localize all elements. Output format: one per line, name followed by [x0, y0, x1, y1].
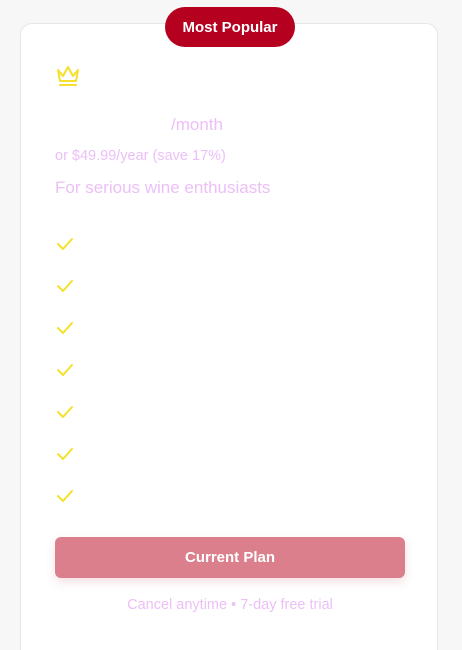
check-icon: [57, 238, 73, 250]
most-popular-badge: Most Popular: [165, 7, 295, 47]
feature-item: [55, 438, 89, 480]
plan-tagline: For serious wine enthusiasts: [55, 178, 271, 197]
crown-icon: [57, 66, 79, 86]
feature-item: [55, 354, 89, 396]
current-plan-button[interactable]: Current Plan: [55, 537, 405, 578]
check-icon: [57, 280, 73, 292]
feature-item: [55, 312, 89, 354]
price-row: /month: [55, 115, 415, 141]
feature-item: [55, 480, 89, 522]
feature-item: [55, 228, 89, 270]
pricing-page: Most Popular /month or $49.99/year (save…: [0, 0, 462, 650]
feature-item: [55, 270, 89, 312]
check-icon: [57, 364, 73, 376]
check-icon: [57, 490, 73, 502]
check-icon: [57, 322, 73, 334]
feature-item: [55, 396, 89, 438]
trial-note: Cancel anytime • 7-day free trial: [127, 597, 333, 613]
yearly-price-note: or $49.99/year (save 17%): [55, 148, 226, 164]
check-icon: [57, 406, 73, 418]
price-period: /month: [171, 115, 223, 134]
check-icon: [57, 448, 73, 460]
feature-list: [55, 228, 89, 522]
